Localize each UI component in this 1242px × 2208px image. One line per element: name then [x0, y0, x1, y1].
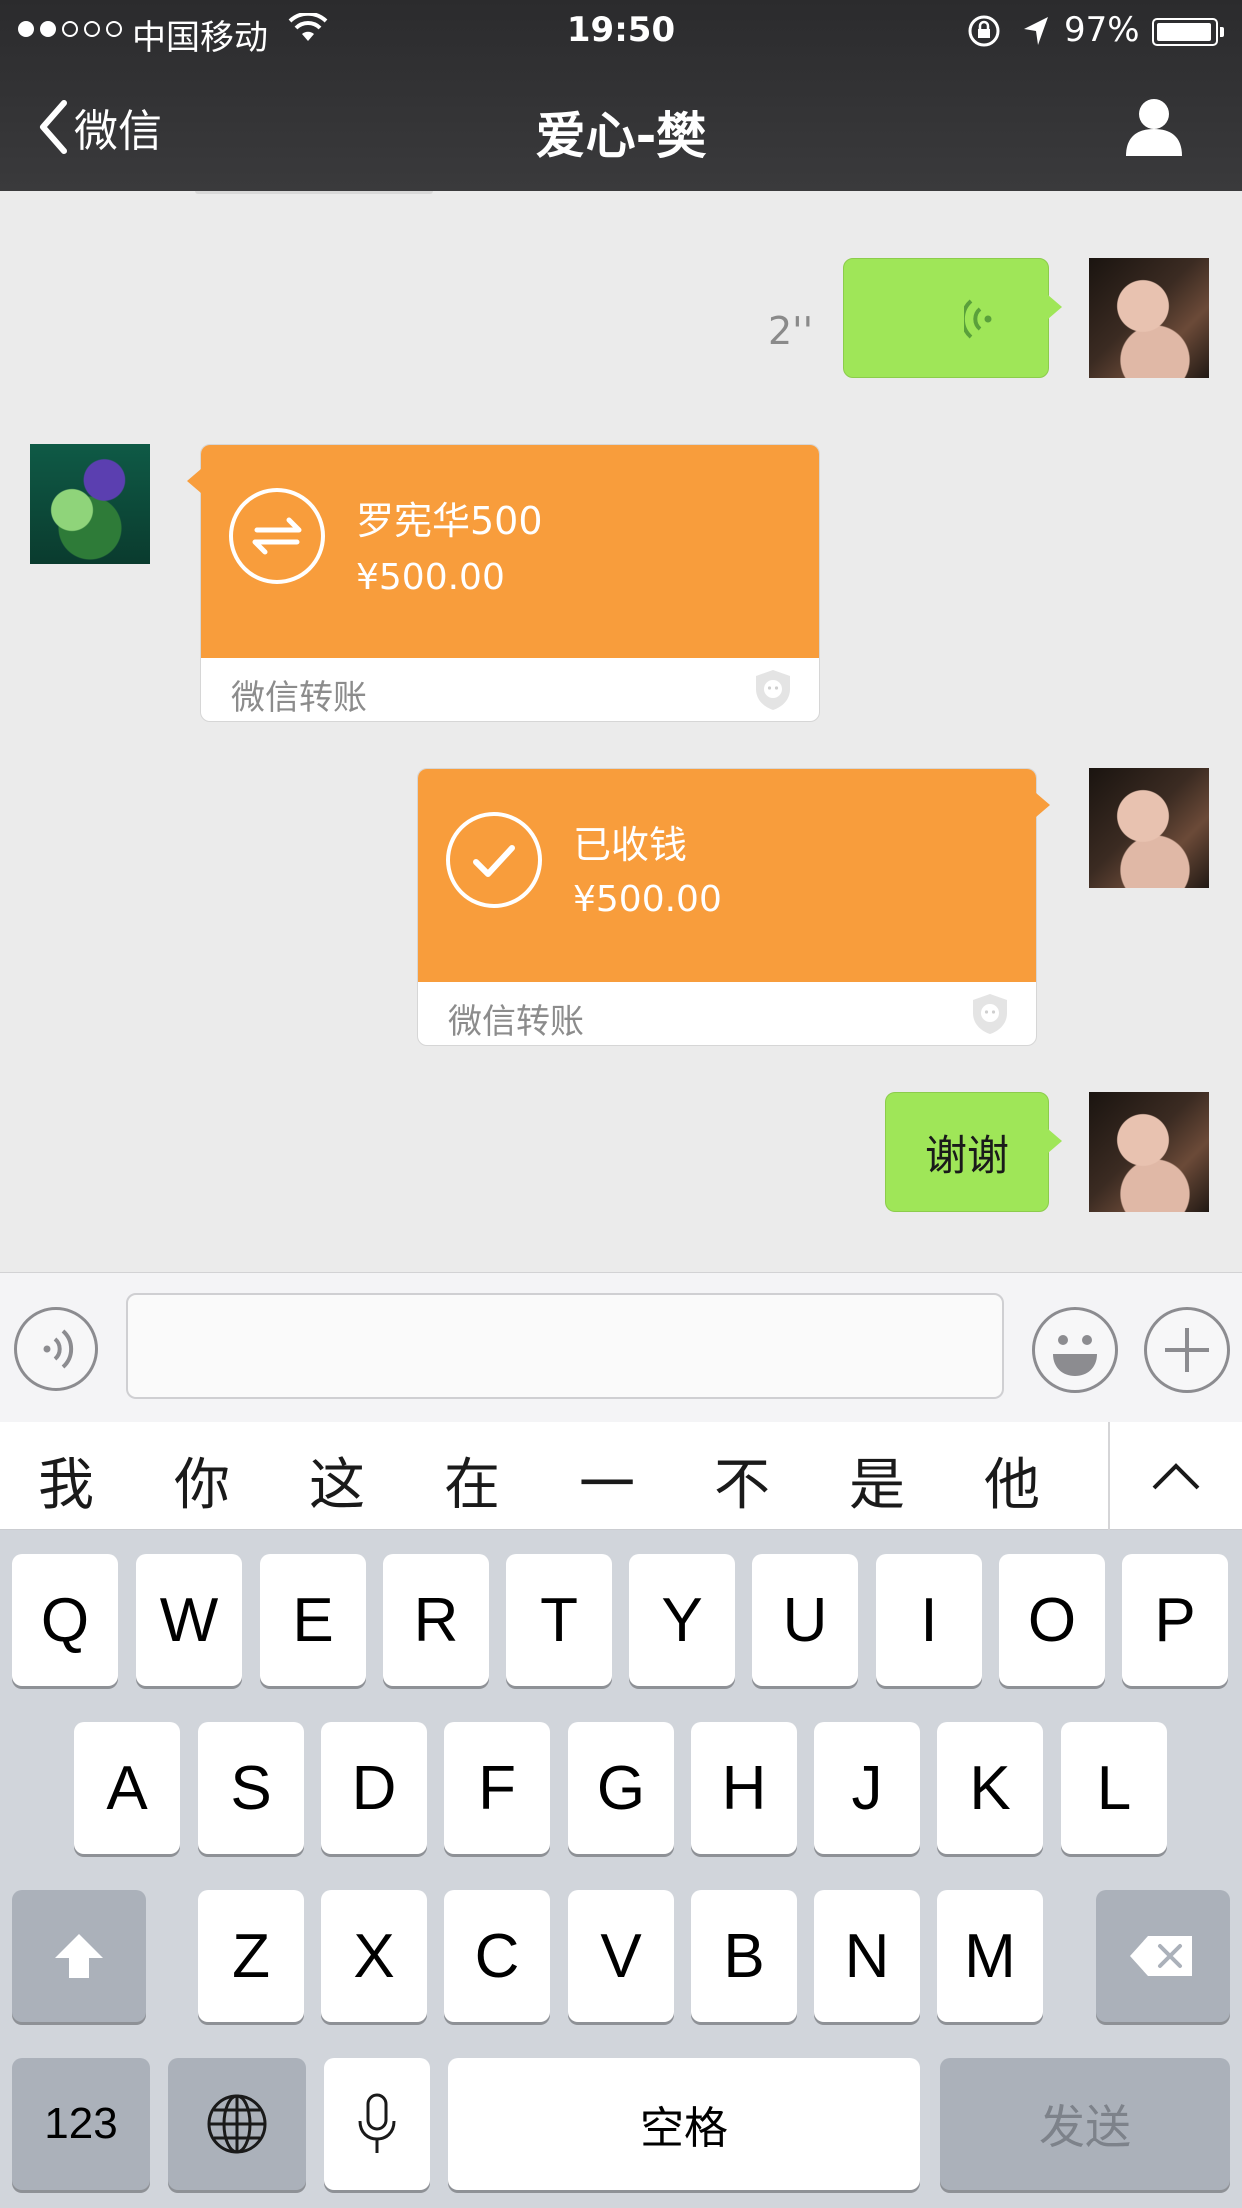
- voice-message-bubble[interactable]: [843, 258, 1062, 378]
- key-o[interactable]: O: [999, 1554, 1105, 1686]
- emoji-button[interactable]: [1032, 1307, 1118, 1393]
- navigation-bar: 中国移动 19:50 97% 微信 爱心-樊: [0, 0, 1242, 191]
- space-key[interactable]: 空格: [448, 2058, 920, 2190]
- plus-icon: [1165, 1328, 1209, 1372]
- candidate-word[interactable]: 不: [692, 1440, 792, 1521]
- dictation-key[interactable]: [324, 2058, 430, 2190]
- key-z[interactable]: Z: [198, 1890, 304, 2022]
- key-g[interactable]: G: [568, 1722, 674, 1854]
- key-r[interactable]: R: [383, 1554, 489, 1686]
- key-u[interactable]: U: [752, 1554, 858, 1686]
- check-icon: [446, 812, 542, 908]
- chat-history[interactable]: 2'' 罗宪华500 ¥500.00 微信转账 已收钱 ¥500.00 微信转账…: [0, 191, 1242, 1272]
- smiley-icon: [1053, 1335, 1097, 1376]
- numbers-key[interactable]: 123: [12, 2058, 150, 2190]
- send-key[interactable]: 发送: [940, 2058, 1230, 2190]
- key-w[interactable]: W: [136, 1554, 242, 1686]
- transfer-label: 微信转账: [231, 678, 367, 718]
- key-p[interactable]: P: [1122, 1554, 1228, 1686]
- key-d[interactable]: D: [321, 1722, 427, 1854]
- shift-key[interactable]: [12, 1890, 146, 2022]
- candidate-word[interactable]: 一: [557, 1440, 657, 1521]
- key-l[interactable]: L: [1061, 1722, 1167, 1854]
- clock: 19:50: [566, 10, 676, 50]
- transfer-label: 微信转账: [448, 1002, 584, 1042]
- shift-arrow-icon: [55, 1934, 103, 1978]
- my-avatar[interactable]: [1089, 258, 1209, 378]
- location-arrow-icon: [1024, 17, 1048, 45]
- text-message-bubble[interactable]: 谢谢: [885, 1092, 1062, 1212]
- globe-key[interactable]: [168, 2058, 306, 2190]
- candidate-word[interactable]: 在: [422, 1440, 522, 1521]
- transfer-amount: ¥500.00: [356, 557, 505, 598]
- chat-title: 爱心-樊: [535, 107, 707, 165]
- key-x[interactable]: X: [321, 1890, 427, 2022]
- shield-icon: [756, 670, 790, 710]
- transfer-arrows-icon: [229, 488, 325, 584]
- key-q[interactable]: Q: [12, 1554, 118, 1686]
- candidate-word[interactable]: 是: [827, 1440, 927, 1521]
- chevron-up-icon[interactable]: [1150, 1452, 1202, 1500]
- delete-key[interactable]: [1096, 1890, 1230, 2022]
- transfer-amount: ¥500.00: [573, 879, 722, 920]
- ime-candidate-bar: 我 你 这 在 一 不 是 他: [0, 1422, 1242, 1530]
- transfer-title: 已收钱: [573, 823, 688, 867]
- key-c[interactable]: C: [444, 1890, 550, 2022]
- previous-message-edge: [195, 191, 433, 194]
- voice-toggle-button[interactable]: [14, 1307, 98, 1391]
- key-h[interactable]: H: [691, 1722, 797, 1854]
- battery-percentage: 97%: [1064, 10, 1140, 50]
- status-bar: 中国移动 19:50 97%: [0, 0, 1242, 62]
- person-icon[interactable]: [1122, 96, 1186, 158]
- battery-icon: [1152, 18, 1218, 46]
- microphone-icon: [358, 2093, 396, 2153]
- key-b[interactable]: B: [691, 1890, 797, 2022]
- candidate-word[interactable]: 他: [962, 1440, 1062, 1521]
- candidate-word[interactable]: 我: [16, 1440, 116, 1521]
- candidate-word[interactable]: 这: [287, 1440, 387, 1521]
- key-n[interactable]: N: [814, 1890, 920, 2022]
- key-i[interactable]: I: [876, 1554, 982, 1686]
- key-e[interactable]: E: [260, 1554, 366, 1686]
- message-input[interactable]: [126, 1293, 1004, 1399]
- more-button[interactable]: [1144, 1307, 1230, 1393]
- key-v[interactable]: V: [568, 1890, 674, 2022]
- message-text: 谢谢: [924, 1130, 1009, 1180]
- rotation-lock-icon: [968, 15, 1000, 47]
- key-t[interactable]: T: [506, 1554, 612, 1686]
- key-m[interactable]: M: [937, 1890, 1043, 2022]
- key-j[interactable]: J: [814, 1722, 920, 1854]
- backspace-icon: [1130, 1936, 1192, 1976]
- key-a[interactable]: A: [74, 1722, 180, 1854]
- my-avatar[interactable]: [1089, 1092, 1209, 1212]
- key-k[interactable]: K: [937, 1722, 1043, 1854]
- received-transfer-bubble[interactable]: 已收钱 ¥500.00 微信转账: [417, 768, 1050, 1046]
- voice-wave-icon: [964, 299, 992, 339]
- input-toolbar: [0, 1272, 1242, 1422]
- transfer-message-bubble[interactable]: 罗宪华500 ¥500.00 微信转账: [187, 444, 820, 722]
- key-y[interactable]: Y: [629, 1554, 735, 1686]
- voice-icon: [43, 1329, 74, 1369]
- friend-avatar[interactable]: [30, 444, 150, 564]
- voice-duration: 2'': [768, 309, 814, 353]
- globe-icon: [207, 2094, 267, 2154]
- shield-icon: [973, 994, 1007, 1034]
- key-s[interactable]: S: [198, 1722, 304, 1854]
- keyboard: Q W E R T Y U I O P A S D F G H J K L Z …: [0, 1530, 1242, 2208]
- key-f[interactable]: F: [444, 1722, 550, 1854]
- transfer-title: 罗宪华500: [356, 499, 543, 543]
- candidate-word[interactable]: 你: [152, 1440, 252, 1521]
- my-avatar[interactable]: [1089, 768, 1209, 888]
